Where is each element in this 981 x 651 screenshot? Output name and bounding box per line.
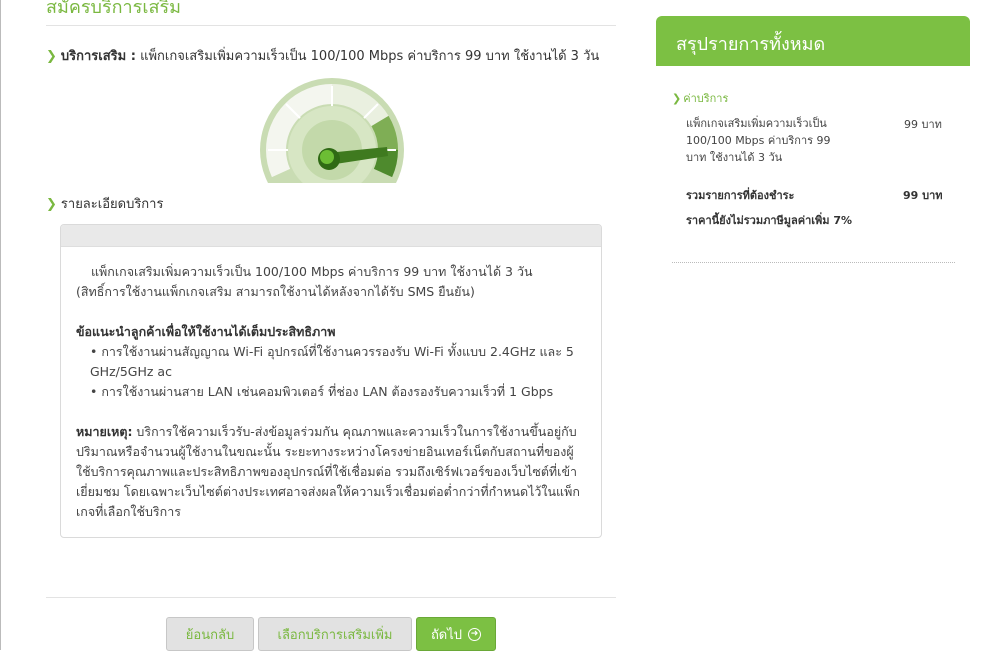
addon-summary-line: ❯ บริการเสริม : แพ็กเกจเสริมเพิ่มความเร็ว… [46,45,599,66]
next-button[interactable]: ถัดไป ➜ [416,617,496,651]
divider [46,25,616,26]
service-fee-label: ❯ ค่าบริการ [672,89,728,107]
addon-label: บริการเสริม : [60,49,136,64]
page-left-border [0,0,1,650]
service-details-header [61,225,601,247]
service-fee-text: ค่าบริการ [683,92,729,105]
chevron-right-icon: ❯ [46,197,57,212]
speedometer-icon [260,78,404,183]
advice-heading: ข้อแนะนำลูกค้าเพื่อให้ใช้งานได้เต็มประสิ… [76,324,336,339]
vat-note: ราคานี้ยังไม่รวมภาษีมูลค่าเพิ่ม 7% [686,214,853,227]
summary-divider [672,262,955,263]
arrow-circle-right-icon: ➜ [468,627,482,641]
divider [46,597,616,598]
order-summary-title: สรุปรายการทั้งหมด [656,16,970,66]
advice-bullet-wifi: • การใช้งานผ่านสัญญาณ Wi-Fi อุปกรณ์ที่ใช… [90,344,574,379]
package-rights: (สิทธิ์การใช้งานแพ็กเกจเสริม สามารถใช้งา… [76,284,475,299]
page-title: สมัครบริการเสริม [46,0,181,18]
service-details-body: แพ็กเกจเสริมเพิ่มความเร็วเป็น 100/100 Mb… [61,247,601,522]
service-details-label: รายละเอียดบริการ [60,197,164,212]
total-due-label: รวมรายการที่ต้องชำระ [686,189,795,202]
advice-bullet-lan: • การใช้งานผ่านสาย LAN เช่นคอมพิวเตอร์ ท… [90,384,554,399]
service-details-title: ❯ รายละเอียดบริการ [46,193,163,214]
summary-item-description: แพ็กเกจเสริมเพิ่มความเร็วเป็น 100/100 Mb… [686,117,831,164]
service-details-box: แพ็กเกจเสริมเพิ่มความเร็วเป็น 100/100 Mb… [60,224,602,538]
note-text: บริการใช้ความเร็วรับ-ส่งข้อมูลร่วมกัน คุ… [76,424,580,519]
back-button[interactable]: ย้อนกลับ [166,617,254,651]
add-more-services-button[interactable]: เลือกบริการเสริมเพิ่ม [258,617,412,651]
next-button-label: ถัดไป [430,627,463,643]
chevron-right-icon: ❯ [672,92,682,105]
order-summary-panel: สรุปรายการทั้งหมด [656,16,970,66]
addon-description: แพ็กเกจเสริมเพิ่มความเร็วเป็น 100/100 Mb… [140,49,600,64]
chevron-right-icon: ❯ [46,49,57,64]
total-due-price: 99 บาท [903,189,943,202]
note-label: หมายเหตุ: [76,424,133,439]
service-note: หมายเหตุ: บริการใช้ความเร็วรับ-ส่งข้อมูล… [76,422,587,522]
package-intro: แพ็กเกจเสริมเพิ่มความเร็วเป็น 100/100 Mb… [91,264,533,279]
summary-item-price: 99 บาท [904,118,942,131]
